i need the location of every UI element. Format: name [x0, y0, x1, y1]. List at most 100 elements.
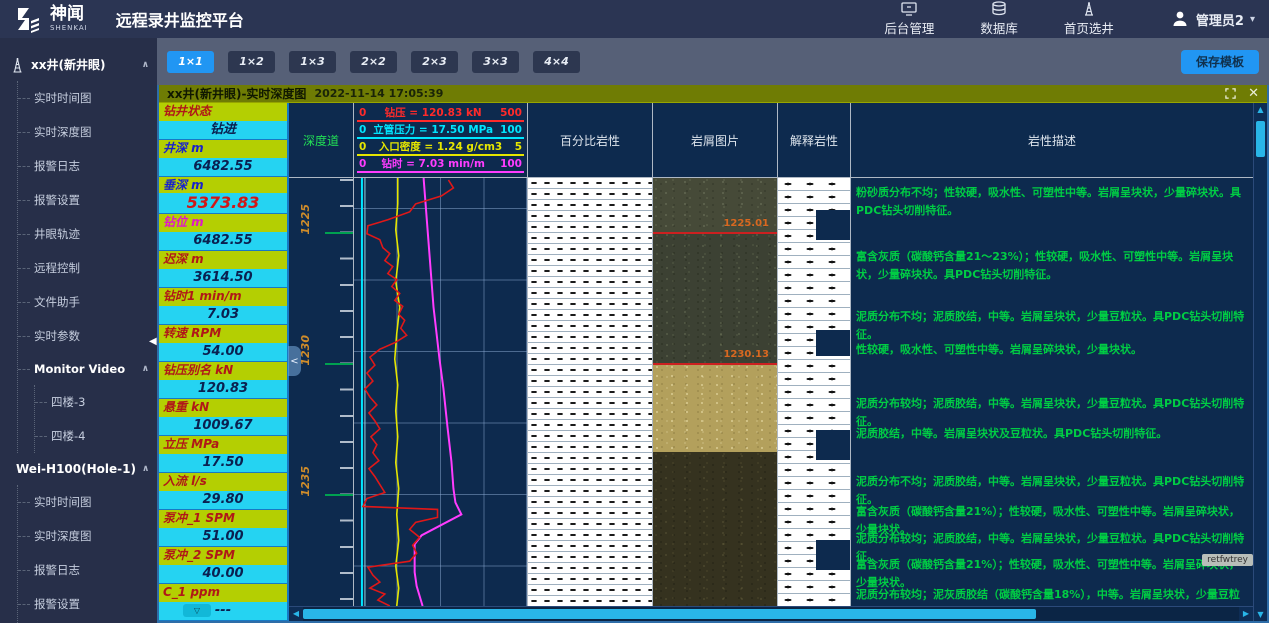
curve-plot-area[interactable]: <	[354, 178, 528, 606]
layout-tab-4x4[interactable]: 4×4	[533, 51, 580, 73]
scroll-right-icon[interactable]: ▶	[1239, 607, 1253, 621]
sidebar-well-2[interactable]: Wei-H100(Hole-1) ∧	[0, 453, 157, 485]
depth-chart-window: xx井(新井眼)-实时深度图 2022-11-14 17:05:39 ✕ 钻井状…	[157, 85, 1269, 623]
param-row-flow-in: 入流 l/s 29.80	[159, 473, 287, 510]
sidebar-item-camera-4f-4[interactable]: 四楼-4	[35, 419, 157, 453]
layout-tabbar: 1×1 1×2 1×3 2×2 2×3 3×3 4×4 保存模板	[157, 38, 1269, 85]
panel-collapse-handle[interactable]: <	[288, 346, 301, 376]
sidebar-item-alarm-log[interactable]: 报警日志	[18, 149, 157, 183]
well-1-children: 实时时间图 实时深度图 报警日志 报警设置 井眼轨迹 远程控制 文件助手 实时参…	[17, 81, 157, 453]
brand-name-cn: 神闻	[50, 6, 88, 23]
param-row-wob: 钻压别名 kN 120.83	[159, 362, 287, 399]
collapse-caret-icon[interactable]: ∧	[142, 60, 149, 70]
legend-density: 0 入口密度 = 1.24 g/cm3 5	[357, 141, 524, 156]
scroll-down-icon[interactable]: ▼	[1254, 608, 1267, 621]
layout-tab-3x3[interactable]: 3×3	[472, 51, 519, 73]
nav-admin-console[interactable]: 后台管理	[884, 2, 934, 37]
litho-description-track: 粉砂质分布不均；性较硬，吸水性、可塑性中等。岩屑呈块状，少量碎块状。具PDC钻头…	[851, 178, 1253, 606]
scale-max: 5	[515, 141, 522, 153]
save-template-button[interactable]: 保存模板	[1181, 50, 1259, 74]
sidebar-item-camera-4f-3[interactable]: 四楼-3	[35, 385, 157, 419]
param-row-rop: 钻时1 min/m 7.03	[159, 288, 287, 325]
litho-gap	[816, 330, 850, 356]
scroll-up-icon[interactable]: ▲	[1254, 103, 1267, 116]
collapse-caret-icon[interactable]: ∧	[142, 364, 149, 374]
interpreted-litho-header: 解释岩性	[778, 103, 851, 177]
litho-gap	[816, 430, 850, 460]
nav-label: 后台管理	[884, 18, 934, 37]
derrick-icon	[1080, 1, 1098, 16]
user-menu[interactable]: 管理员2 ▾	[1170, 9, 1255, 29]
param-label: 泵冲_2 SPM	[159, 547, 287, 565]
hover-tooltip: retfwtrey	[1202, 554, 1253, 566]
curve-wob	[363, 180, 453, 606]
litho-description: 泥质胶结，中等。岩屑呈块状及豆粒状。具PDC钻头切削特征。	[856, 425, 1245, 443]
sidebar-well-1[interactable]: xx井(新井眼) ∧	[0, 48, 157, 81]
param-value: 120.83	[159, 380, 287, 398]
close-icon[interactable]: ✕	[1248, 87, 1259, 100]
sidebar-item-alarm-log-2[interactable]: 报警日志	[18, 553, 157, 587]
param-value: 6482.55	[159, 232, 287, 250]
scale-max: 100	[500, 124, 522, 136]
param-label: 迟深 m	[159, 251, 287, 269]
derrick-icon	[10, 57, 25, 73]
litho-description: 泥质分布较均；泥灰质胶结（碳酸钙含量18%），中等。岩屑呈块状，少量豆粒状。具P…	[856, 586, 1245, 606]
depth-track-title: 深度道	[303, 132, 339, 149]
sidebar-item-realtime-depth-chart[interactable]: 实时深度图	[18, 115, 157, 149]
layout-tab-2x2[interactable]: 2×2	[350, 51, 397, 73]
horizontal-scroll-track[interactable]	[1036, 607, 1239, 621]
sidebar-item-alarm-settings-2[interactable]: 报警设置	[18, 587, 157, 621]
vertical-scroll-thumb[interactable]	[1256, 121, 1265, 157]
sidebar-item-realtime-time-chart-2[interactable]: 实时时间图	[18, 485, 157, 519]
param-label: C_1 ppm	[159, 584, 287, 602]
param-value: 3614.50	[159, 269, 287, 287]
layout-tab-1x2[interactable]: 1×2	[228, 51, 275, 73]
param-label: 泵冲_1 SPM	[159, 510, 287, 528]
legend-spp: 0 立管压力 = 17.50 MPa 100	[357, 124, 524, 139]
horizontal-scroll-thumb[interactable]	[303, 609, 1036, 619]
curve-density	[395, 178, 400, 606]
top-nav: 后台管理 数据库 首页选井 管理员2 ▾	[884, 1, 1255, 37]
sidebar-item-alarm-settings[interactable]: 报警设置	[18, 183, 157, 217]
sidebar-item-monitor-video[interactable]: Monitor Video ∧	[18, 353, 157, 385]
interpreted-litho-track	[778, 178, 851, 606]
nav-database[interactable]: 数据库	[980, 1, 1018, 37]
main-layout: xx井(新井眼) ∧ 实时时间图 实时深度图 报警日志 报警设置 井眼轨迹 远程…	[0, 38, 1269, 623]
litho-gap	[816, 210, 850, 240]
chevron-down-icon: ▾	[1250, 14, 1255, 25]
param-row-drill-state: 钻井状态 钻进	[159, 103, 287, 140]
monitor-video-children: 四楼-3 四楼-4	[34, 385, 157, 453]
curve-legend-header: 0 钻压 = 120.83 kN 500 0 立管压力 = 17.50 MPa …	[354, 103, 528, 177]
brand-logo-icon	[14, 5, 42, 33]
param-dropdown-button[interactable]: ▽	[183, 604, 211, 617]
column-title: 岩性描述	[1028, 132, 1076, 149]
param-row-rpm: 转速 RPM 54.00	[159, 325, 287, 362]
horizontal-scrollbar[interactable]: ◀ ▶	[289, 606, 1253, 621]
sidebar-item-remote-control[interactable]: 远程控制	[18, 251, 157, 285]
sidebar-item-realtime-params[interactable]: 实时参数	[18, 319, 157, 353]
litho-description: 粉砂质分布不均；性较硬，吸水性、可塑性中等。岩屑呈块状，少量碎块状。具PDC钻头…	[856, 184, 1245, 219]
scroll-left-icon[interactable]: ◀	[289, 607, 303, 621]
layout-tab-2x3[interactable]: 2×3	[411, 51, 458, 73]
param-row-well-depth: 井深 m 6482.55	[159, 140, 287, 177]
sidebar-item-well-trajectory[interactable]: 井眼轨迹	[18, 217, 157, 251]
param-value: 6482.55	[159, 158, 287, 176]
fullscreen-icon[interactable]	[1225, 88, 1236, 99]
monitor-video-label: Monitor Video	[34, 362, 125, 376]
layout-tab-1x3[interactable]: 1×3	[289, 51, 336, 73]
collapse-caret-icon[interactable]: ∧	[142, 464, 149, 474]
param-row-lag-depth: 迟深 m 3614.50	[159, 251, 287, 288]
vertical-scrollbar[interactable]: ▲ ▼	[1253, 103, 1267, 621]
sidebar-item-realtime-time-chart[interactable]: 实时时间图	[18, 81, 157, 115]
param-value: 17.50	[159, 454, 287, 472]
scale-max: 100	[500, 158, 522, 170]
nav-well-select[interactable]: 首页选井	[1064, 1, 1114, 37]
layout-tab-1x1[interactable]: 1×1	[167, 51, 214, 73]
param-label: 井深 m	[159, 140, 287, 158]
cuttings-photo-segment	[653, 452, 777, 606]
sidebar-item-file-assistant[interactable]: 文件助手	[18, 285, 157, 319]
sidebar-item-realtime-depth-chart-2[interactable]: 实时深度图	[18, 519, 157, 553]
sidebar-collapse-arrow[interactable]: ◀	[149, 336, 157, 347]
litho-description: 性较硬，吸水性、可塑性中等。岩屑呈碎块状，少量块状。	[856, 341, 1245, 359]
depth-log-chart: 深度道 0 钻压 = 120.83 kN 500 0	[289, 103, 1253, 621]
